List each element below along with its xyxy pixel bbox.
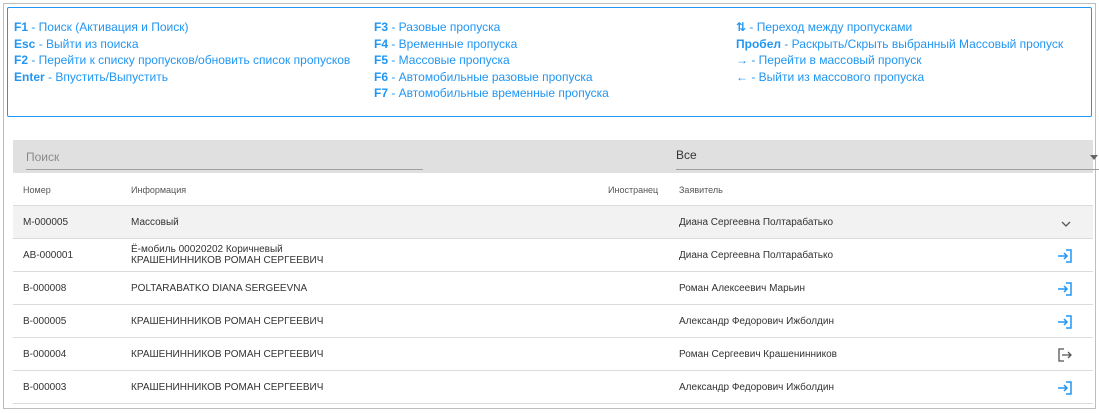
hotkey-line: F4 - Временные пропуска	[374, 36, 609, 53]
hotkey-key: ←	[736, 69, 748, 84]
hotkeys-help-panel: F1 - Поиск (Активация и Поиск) Esc - Вый…	[7, 7, 1092, 117]
table-row[interactable]: В-000004 КРАШЕНИННИКОВ РОМАН СЕРГЕЕВИЧ Р…	[13, 338, 1093, 371]
table-row[interactable]: В-000005 КРАШЕНИННИКОВ РОМАН СЕРГЕЕВИЧ А…	[13, 305, 1093, 338]
dropdown-arrow-icon	[1090, 155, 1098, 160]
hotkey-text: - Автомобильные разовые пропуска	[388, 69, 593, 84]
hotkey-text: - Раскрыть/Скрыть выбранный Массовый про…	[781, 36, 1064, 51]
pass-applicant: Александр Федорович Ижболдин	[679, 316, 834, 327]
hotkey-text: - Перейти к списку пропусков/обновить сп…	[28, 53, 351, 68]
hotkey-line: F1 - Поиск (Активация и Поиск)	[14, 19, 350, 36]
hotkey-text: - Массовые пропуска	[388, 53, 510, 68]
search-input[interactable]	[26, 143, 423, 170]
pass-type-select[interactable]: Все	[676, 143, 1099, 170]
enter-icon[interactable]	[1057, 314, 1073, 330]
hotkey-key: Пробел	[736, 36, 781, 51]
hotkey-line: → - Перейти в массовый пропуск	[736, 52, 1063, 69]
pass-info: Массовый	[131, 217, 179, 228]
hotkey-text: - Выйти из поиска	[35, 36, 139, 51]
hotkey-text: - Выйти из массового пропуска	[748, 69, 925, 84]
pass-number: В-000008	[23, 283, 67, 294]
hotkey-line: F7 - Автомобильные временные пропуска	[374, 85, 609, 102]
column-header-foreigner[interactable]: Иностранец	[608, 185, 658, 195]
pass-info-line-2: КРАШЕНИННИКОВ РОМАН СЕРГЕЕВИЧ	[131, 255, 324, 266]
hotkey-line: ⇅ - Переход между пропусками	[736, 19, 1063, 36]
hotkey-key: F3	[374, 20, 389, 34]
hotkey-text: - Впустить/Выпустить	[44, 69, 168, 84]
pass-applicant: Диана Сергеевна Полтарабатько	[679, 250, 834, 261]
column-header-number[interactable]: Номер	[23, 185, 51, 195]
hotkey-key: Esc	[14, 36, 36, 51]
hotkey-text: - Перейти в массовый пропуск	[748, 53, 922, 68]
pass-number: В-000005	[23, 316, 67, 327]
pass-number: АВ-000001	[23, 250, 74, 261]
table-row[interactable]: В-000003 КРАШЕНИННИКОВ РОМАН СЕРГЕЕВИЧ А…	[13, 371, 1093, 404]
hotkey-text: - Переход между пропусками	[746, 20, 913, 34]
hotkey-line: Enter - Впустить/Выпустить	[14, 69, 350, 86]
hotkeys-column-1: F1 - Поиск (Активация и Поиск) Esc - Вый…	[14, 19, 350, 85]
pass-number: В-000004	[23, 349, 67, 360]
hotkey-line: F3 - Разовые пропуска	[374, 19, 609, 36]
hotkey-key: F2	[14, 53, 29, 68]
pass-number: М-000005	[23, 217, 69, 228]
hotkeys-column-2: F3 - Разовые пропуска F4 - Временные про…	[374, 19, 609, 102]
hotkey-line: ← - Выйти из массового пропуска	[736, 69, 1063, 86]
chevron-down-icon[interactable]	[1058, 216, 1074, 232]
enter-icon[interactable]	[1057, 281, 1073, 297]
hotkey-key: F4	[374, 36, 389, 51]
enter-icon[interactable]	[1057, 380, 1073, 396]
pass-info: Ё-мобиль 00020202 Коричневый КРАШЕНИННИК…	[131, 244, 323, 266]
hotkey-key: →	[736, 53, 748, 68]
hotkey-key: F7	[374, 86, 389, 101]
pass-info: POLTARABATKO DIANA SERGEEVNA	[131, 283, 308, 294]
hotkey-line: F6 - Автомобильные разовые пропуска	[374, 69, 609, 86]
hotkey-key: F6	[374, 69, 389, 84]
hotkey-key: Enter	[14, 69, 45, 84]
hotkey-key: F1	[14, 20, 29, 34]
pass-type-selected: Все	[676, 148, 697, 162]
hotkey-text: - Временные пропуска	[388, 36, 518, 51]
hotkey-line: Esc - Выйти из поиска	[14, 36, 350, 53]
table-row[interactable]: АВ-000001 Ё-мобиль 00020202 Коричневый К…	[13, 239, 1093, 272]
hotkey-text: - Разовые пропуска	[388, 20, 501, 34]
search-bar: Все	[13, 140, 1099, 173]
pass-applicant: Роман Алексеевич Марьин	[679, 283, 805, 294]
pass-applicant: Александр Федорович Ижболдин	[679, 382, 834, 393]
enter-icon[interactable]	[1057, 248, 1073, 264]
pass-applicant: Роман Сергеевич Крашенинников	[679, 349, 837, 360]
pass-applicant: Диана Сергеевна Полтарабатько	[679, 217, 834, 228]
pass-info-line-1: Ё-мобиль 00020202 Коричневый	[131, 244, 283, 255]
table-row[interactable]: М-000005 Массовый Диана Сергеевна Полтар…	[13, 206, 1093, 239]
hotkey-text: - Поиск (Активация и Поиск)	[28, 20, 189, 34]
hotkeys-column-3: ⇅ - Переход между пропусками Пробел - Ра…	[736, 19, 1063, 85]
pass-number: В-000003	[23, 382, 67, 393]
column-header-applicant[interactable]: Заявитель	[679, 185, 723, 195]
pass-info: КРАШЕНИННИКОВ РОМАН СЕРГЕЕВИЧ	[131, 316, 324, 327]
pass-info: КРАШЕНИННИКОВ РОМАН СЕРГЕЕВИЧ	[131, 382, 324, 393]
column-header-info[interactable]: Информация	[131, 185, 186, 195]
exit-icon[interactable]	[1057, 347, 1073, 363]
pass-info: КРАШЕНИННИКОВ РОМАН СЕРГЕЕВИЧ	[131, 349, 324, 360]
table-header: Номер Информация Иностранец Заявитель	[13, 173, 1093, 206]
table-row[interactable]: В-000008 POLTARABATKO DIANA SERGEEVNA Ро…	[13, 272, 1093, 305]
hotkey-key: ⇅	[736, 20, 747, 34]
hotkey-line: Пробел - Раскрыть/Скрыть выбранный Массо…	[736, 36, 1063, 53]
hotkey-line: F2 - Перейти к списку пропусков/обновить…	[14, 52, 350, 69]
hotkey-key: F5	[374, 53, 389, 68]
search-field	[26, 143, 423, 170]
hotkey-line: F5 - Массовые пропуска	[374, 52, 609, 69]
hotkey-text: - Автомобильные временные пропуска	[388, 86, 609, 101]
